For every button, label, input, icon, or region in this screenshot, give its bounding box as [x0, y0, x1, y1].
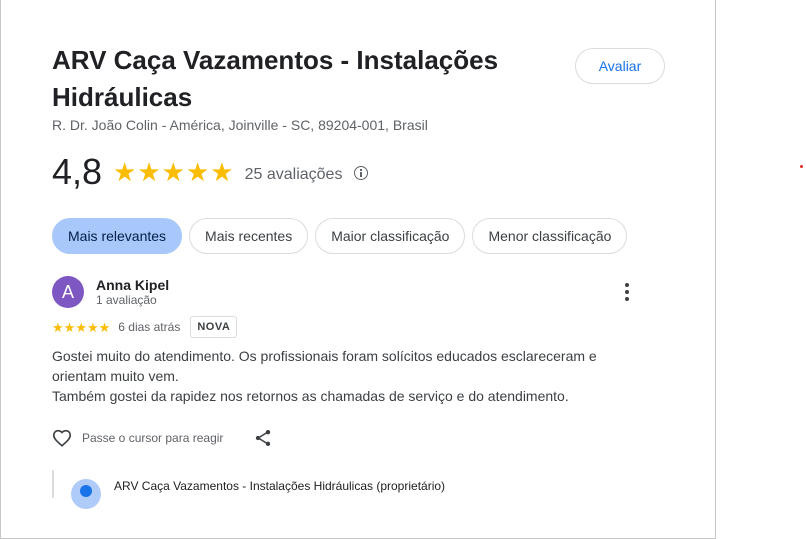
review-text-line: Também gostei da rapidez nos retornos as…: [52, 388, 569, 404]
more-vert-icon: [625, 283, 629, 287]
react-button[interactable]: Passe o cursor para reagir: [51, 426, 223, 450]
star-icon: ★: [161, 157, 185, 187]
review-count: 25 avaliações: [244, 166, 343, 183]
star-icon: ★: [86, 319, 99, 335]
info-icon[interactable]: [354, 166, 369, 180]
star-icon: ★: [185, 157, 210, 187]
rating-stars: ★ ★ ★ ★ ★: [113, 159, 234, 185]
place-address: R. Dr. João Colin - América, Joinville -…: [52, 117, 428, 133]
review-text: Gostei muito do atendimento. Os profissi…: [52, 346, 612, 406]
more-options-button[interactable]: [615, 280, 639, 304]
rating-summary: 4,8 ★ ★ ★ ★ ★ 25 avaliações: [52, 150, 369, 194]
more-vert-icon: [625, 290, 629, 294]
star-icon: ★: [98, 319, 111, 335]
owner-reply-divider: [52, 470, 54, 498]
rating-value: 4,8: [52, 151, 103, 192]
reviewer-review-count: 1 avaliação: [96, 293, 157, 307]
write-review-button[interactable]: Avaliar: [575, 48, 665, 84]
map-marker-dot: [800, 165, 803, 168]
sort-chips: Mais relevantes Mais recentes Maior clas…: [52, 218, 628, 254]
chip-most-relevant[interactable]: Mais relevantes: [52, 218, 183, 254]
avatar[interactable]: A: [52, 276, 84, 308]
review-text-line: Gostei muito do atendimento. Os profissi…: [52, 348, 597, 384]
chip-highest-rating[interactable]: Maior classificação: [315, 218, 466, 254]
star-icon: ★: [75, 319, 87, 335]
owner-avatar: [71, 479, 101, 509]
react-label: Passe o cursor para reagir: [82, 431, 224, 445]
star-icon: ★: [52, 319, 64, 335]
more-vert-icon: [625, 297, 629, 301]
star-icon: ★: [210, 157, 234, 187]
reviews-dialog: ARV Caça Vazamentos - Instalações Hidráu…: [0, 0, 716, 539]
owner-reply-name: ARV Caça Vazamentos - Instalações Hidráu…: [114, 479, 446, 493]
share-icon[interactable]: [253, 428, 273, 448]
new-badge: NOVA: [190, 316, 238, 338]
chip-lowest-rating[interactable]: Menor classificação: [472, 218, 628, 254]
heart-icon: [52, 429, 72, 447]
star-icon: ★: [137, 157, 161, 187]
review-stars: ★ ★ ★ ★ ★: [52, 321, 110, 334]
place-title: ARV Caça Vazamentos - Instalações Hidráu…: [52, 45, 499, 112]
review-rating-row: ★ ★ ★ ★ ★ 6 dias atrás NOVA: [52, 316, 238, 338]
review-date: 6 dias atrás: [118, 320, 181, 334]
reviewer-name[interactable]: Anna Kipel: [96, 277, 169, 293]
chip-most-recent[interactable]: Mais recentes: [189, 218, 309, 254]
star-icon: ★: [113, 157, 137, 187]
star-icon: ★: [63, 319, 76, 335]
background-page: [716, 0, 806, 539]
